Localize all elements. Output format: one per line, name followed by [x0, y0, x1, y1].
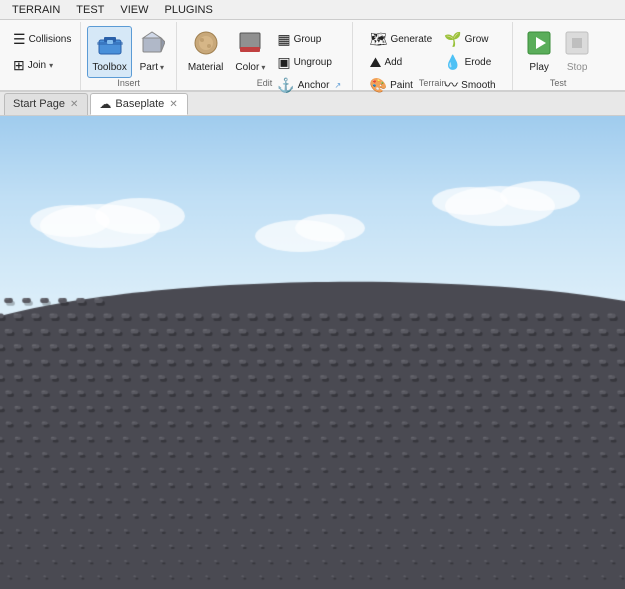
ribbon-group-edit: Material Color ▾ ▦ Group: [177, 22, 353, 90]
test-group-label: Test: [550, 78, 567, 88]
generate-icon: 🗺: [370, 31, 388, 48]
tab-baseplate-icon: ☁: [99, 97, 111, 111]
anchor-button[interactable]: ⚓ Anchor ↗: [272, 74, 346, 96]
group-icon: ▦: [277, 31, 290, 48]
ribbon-group-insert: Toolbox Part ▾ Insert: [81, 22, 176, 90]
color-button[interactable]: Color ▾: [230, 26, 270, 78]
grow-icon: 🌱: [444, 31, 461, 48]
part-icon: [139, 30, 165, 60]
join-dropdown-icon: ▾: [49, 61, 53, 70]
smooth-button[interactable]: 〰 Smooth: [439, 74, 500, 96]
color-dropdown-icon: ▾: [261, 63, 265, 73]
play-icon: [526, 30, 552, 60]
erode-button[interactable]: 💧 Erode: [439, 51, 500, 73]
anchor-icon: ⚓: [277, 77, 294, 94]
tab-baseplate-close[interactable]: ✕: [168, 99, 178, 110]
tab-baseplate[interactable]: ☁ Baseplate ✕: [90, 93, 187, 115]
viewport[interactable]: [0, 116, 625, 589]
menu-plugins[interactable]: PLUGINS: [157, 2, 221, 18]
terrain-col-1: 🗺 Generate ⛰ Add 🎨 Paint: [365, 26, 437, 110]
erode-icon: 💧: [444, 54, 461, 71]
tab-baseplate-label: Baseplate: [115, 98, 164, 110]
stop-icon: [564, 30, 590, 60]
play-button[interactable]: Play: [521, 26, 557, 78]
toolbox-button[interactable]: Toolbox: [87, 26, 131, 78]
part-button[interactable]: Part ▾: [134, 26, 170, 78]
material-icon: [193, 30, 219, 60]
generate-button[interactable]: 🗺 Generate: [365, 28, 437, 50]
ribbon: ☰ Collisions ⊞ Join ▾: [0, 20, 625, 92]
terrain-canvas: [0, 116, 625, 589]
add-terrain-icon: ⛰: [370, 54, 382, 71]
paint-icon: 🎨: [370, 77, 387, 94]
collisions-button[interactable]: ☰ Collisions: [8, 28, 76, 50]
stop-button[interactable]: Stop: [559, 26, 595, 78]
terrain-col-2: 🌱 Grow 💧 Erode 〰 Smooth: [439, 26, 500, 110]
menu-bar: TERRAIN TEST VIEW PLUGINS: [0, 0, 625, 20]
ungroup-button[interactable]: ▣ Ungroup: [272, 51, 346, 73]
tab-start-page-close[interactable]: ✕: [69, 99, 79, 110]
join-button[interactable]: ⊞ Join ▾: [8, 54, 58, 76]
ribbon-group-test: Play Stop Test: [513, 22, 603, 90]
ribbon-group-model: ☰ Collisions ⊞ Join ▾: [4, 22, 81, 90]
terrain-group-label: Terrain: [419, 78, 447, 88]
part-dropdown-icon: ▾: [160, 63, 164, 73]
color-icon: [237, 30, 263, 60]
group-button[interactable]: ▦ Group: [272, 28, 346, 50]
menu-terrain[interactable]: TERRAIN: [4, 2, 68, 18]
grow-button[interactable]: 🌱 Grow: [439, 28, 500, 50]
tab-start-page[interactable]: Start Page ✕: [4, 93, 88, 115]
ribbon-group-terrain: 🗺 Generate ⛰ Add 🎨 Paint 🌱 Grow: [353, 22, 513, 90]
material-button[interactable]: Material: [183, 26, 229, 78]
toolbox-icon: [96, 30, 124, 60]
tab-start-page-label: Start Page: [13, 98, 65, 110]
menu-test[interactable]: TEST: [68, 2, 112, 18]
edit-group-label: Edit: [257, 78, 273, 88]
collisions-icon: ☰: [13, 31, 26, 48]
join-icon: ⊞: [13, 57, 25, 74]
insert-group-label: Insert: [117, 78, 140, 88]
edit-small-group: ▦ Group ▣ Ungroup ⚓ Anchor ↗: [272, 26, 346, 110]
add-button[interactable]: ⛰ Add: [365, 51, 437, 73]
menu-view[interactable]: VIEW: [112, 2, 156, 18]
edit-expand-icon[interactable]: ↗: [334, 81, 341, 90]
ungroup-icon: ▣: [277, 54, 290, 71]
